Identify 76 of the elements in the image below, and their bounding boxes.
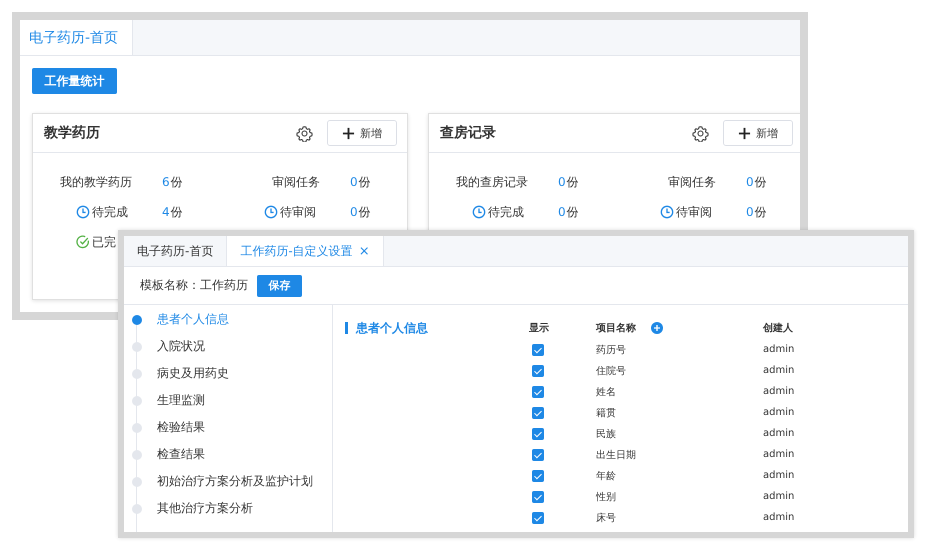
stat-label: 我的查房记录 — [456, 174, 528, 190]
stat-value: 0份 — [350, 204, 371, 220]
table-cell-text: 住院号 — [596, 364, 626, 378]
checkbox[interactable] — [532, 344, 544, 356]
clock-icon — [660, 205, 674, 219]
settings-icon[interactable] — [296, 124, 313, 142]
table-cell: admin — [763, 344, 794, 355]
table-cell-text: 年龄 — [596, 470, 616, 482]
section-item[interactable]: 入院状况 — [157, 338, 205, 355]
clock-icon — [472, 205, 486, 219]
card-title: 教学药历 — [44, 124, 101, 142]
table-cell-text: 籍贯 — [596, 406, 616, 420]
table-cell: admin — [763, 449, 794, 460]
stat-value: 0份 — [350, 174, 371, 190]
checkbox[interactable] — [532, 470, 544, 482]
checkbox[interactable] — [532, 428, 544, 440]
stat-label: 审阅任务 — [668, 174, 716, 190]
section-title: 患者个人信息 — [345, 322, 428, 334]
column-header: 创建人 — [763, 323, 793, 334]
table-cell-text: 药历号 — [596, 344, 626, 356]
table-cell: admin — [763, 386, 794, 397]
tab[interactable]: 电子药历-首页 — [20, 20, 134, 55]
stat-label: 我的教学药历 — [60, 174, 132, 190]
section-item[interactable]: 检查结果 — [157, 446, 205, 463]
add-icon[interactable] — [651, 322, 663, 334]
table-cell-text: 床号 — [596, 512, 616, 524]
table-cell-text: 民族 — [596, 428, 616, 440]
table-cell: admin — [763, 491, 794, 502]
stat-value: 0份 — [558, 174, 579, 190]
stat-label: 待审阅 — [280, 204, 316, 220]
table-cell: admin — [763, 407, 794, 418]
card-title: 查房记录 — [440, 124, 497, 142]
table-cell: admin — [763, 512, 794, 523]
tab[interactable]: 工作药历-自定义设置 × — [227, 236, 384, 266]
stat-value: 4份 — [162, 204, 183, 220]
table-cell-text: 姓名 — [596, 386, 616, 398]
plus-icon — [342, 126, 355, 140]
checkbox[interactable] — [532, 448, 544, 460]
stat-value: 6份 — [162, 174, 183, 190]
stat-label: 审阅任务 — [272, 174, 320, 190]
section-item[interactable]: 病史及用药史 — [157, 365, 229, 382]
table-cell-text: 出生日期 — [596, 448, 636, 462]
add-button[interactable]: 新增 — [723, 120, 793, 146]
section-item[interactable]: 检验结果 — [157, 419, 205, 436]
add-button[interactable]: 新增 — [327, 120, 397, 146]
checkbox[interactable] — [532, 386, 544, 398]
stat-label: 已完 — [92, 234, 116, 250]
table-cell-text: 性别 — [596, 490, 616, 504]
column-header: 显示 — [529, 323, 549, 334]
clock-icon — [76, 205, 90, 219]
plus-icon — [738, 126, 751, 140]
stats-button[interactable]: 工作量统计 — [32, 68, 117, 94]
stat-value: 0份 — [746, 174, 767, 190]
table-cell: admin — [763, 428, 794, 439]
clock-icon — [264, 205, 278, 219]
stat-label: 待审阅 — [676, 204, 712, 220]
section-item[interactable]: 其他治疗方案分析 — [157, 500, 253, 517]
checkbox[interactable] — [532, 490, 544, 502]
section-item[interactable]: 患者个人信息 — [157, 311, 229, 328]
stat-value: 0份 — [746, 204, 767, 220]
section-item[interactable]: 初始治疗方案分析及监护计划 — [157, 473, 313, 490]
template-label: 模板名称： — [140, 277, 200, 294]
table-cell: admin — [763, 365, 794, 376]
checkbox[interactable] — [532, 406, 544, 418]
checkbox[interactable] — [532, 512, 544, 524]
check-circle-icon — [76, 235, 90, 249]
save-button[interactable]: 保存 — [257, 274, 302, 296]
table-cell: admin — [763, 470, 794, 481]
stat-value: 0份 — [558, 204, 579, 220]
settings-icon[interactable] — [692, 124, 709, 142]
stat-label: 待完成 — [488, 204, 524, 220]
checkbox[interactable] — [532, 364, 544, 376]
column-header: 项目名称 — [596, 322, 636, 335]
template-name: 工作药历 — [200, 277, 248, 294]
stat-label: 待完成 — [92, 204, 128, 220]
section-item[interactable]: 生理监测 — [157, 392, 205, 409]
